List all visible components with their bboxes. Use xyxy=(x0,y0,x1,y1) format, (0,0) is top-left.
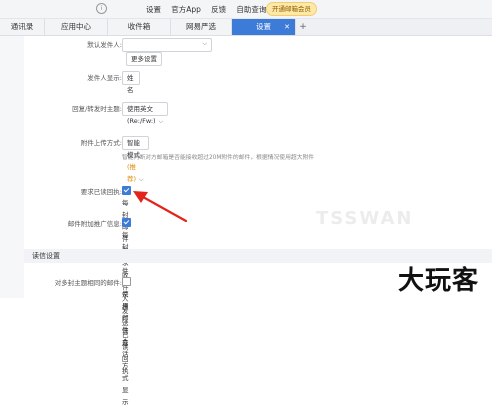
arrow-shaft xyxy=(141,195,188,223)
faint-watermark: TSSWAN xyxy=(316,208,414,229)
same-subject-text[interactable]: 使用邮件会话方式显示 xyxy=(122,290,129,406)
red-arrow-annotation xyxy=(133,191,188,223)
watermark-logo: 大玩客 xyxy=(398,266,480,296)
arrow-head xyxy=(133,191,148,203)
